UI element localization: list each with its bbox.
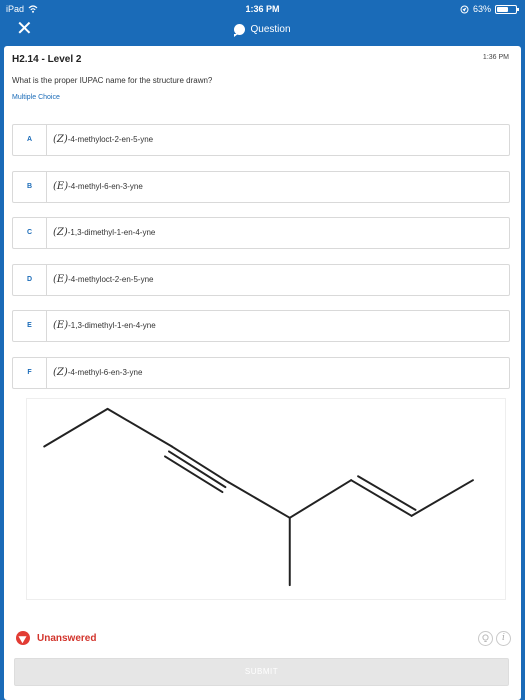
question-text: What is the proper IUPAC name for the st… — [12, 76, 213, 85]
choice-letter: F — [13, 357, 47, 388]
choice-d[interactable]: D (E)-4-methyloct-2-en-5-yne — [12, 263, 510, 296]
stereo-descriptor: (Z) — [53, 227, 68, 238]
stereo-descriptor: (E) — [53, 180, 69, 192]
choice-c[interactable]: C (Z)-1,3-dimethyl-1-en-4-yne — [12, 217, 510, 249]
stereo-descriptor: (Z) — [53, 134, 68, 145]
battery-percent: 63% — [472, 4, 491, 14]
choice-letter: D — [13, 264, 47, 295]
battery-icon — [495, 4, 519, 14]
choice-text: (Z)-4-methyloct-2-en-5-yne — [53, 125, 153, 155]
location-icon — [460, 5, 469, 13]
choice-letter: A — [13, 125, 47, 155]
choice-a[interactable]: A (Z)-4-methyloct-2-en-5-yne — [12, 124, 510, 156]
submit-button[interactable]: SUBMIT — [14, 658, 509, 686]
compound-name: -4-methyloct-2-en-5-yne — [67, 135, 154, 144]
choice-letter: E — [13, 311, 47, 341]
answer-status: Unanswered — [16, 631, 96, 645]
question-title: H2.14 - Level 2 — [12, 54, 82, 65]
compound-name: -4-methyl-6-en-3-yne — [67, 367, 143, 377]
status-label: Unanswered — [37, 632, 97, 644]
choice-b[interactable]: B (E)-4-methyl-6-en-3-yne — [12, 170, 510, 203]
stereo-descriptor: (E) — [53, 273, 69, 285]
nav-title-label: Question — [250, 24, 291, 35]
question-tools: i — [478, 631, 511, 646]
compound-name: -4-methyl-6-en-3-yne — [68, 181, 143, 191]
choice-e[interactable]: E (E)-1,3-dimethyl-1-en-4-yne — [12, 310, 510, 342]
info-icon[interactable]: i — [496, 631, 511, 646]
chat-bubble-icon — [234, 24, 246, 37]
nav-bar: ✕ Question — [0, 18, 525, 44]
stereo-descriptor: (E) — [53, 320, 69, 331]
question-type: Multiple Choice — [12, 94, 60, 101]
flag-icon — [16, 631, 30, 645]
choice-text: (E)-4-methyloct-2-en-5-yne — [53, 265, 153, 295]
question-card: H2.14 - Level 2 1:36 PM What is the prop… — [4, 46, 521, 700]
compound-name: -4-methyloct-2-en-5-yne — [68, 274, 154, 284]
battery-group: 63% — [460, 4, 519, 14]
lightbulb-icon[interactable] — [478, 631, 493, 646]
compound-name: -1,3-dimethyl-1-en-4-yne — [67, 228, 156, 237]
choice-text: (E)-4-methyl-6-en-3-yne — [53, 172, 143, 202]
nav-title: Question — [0, 24, 525, 37]
choice-text: (Z)-1,3-dimethyl-1-en-4-yne — [53, 218, 155, 248]
choice-text: (E)-1,3-dimethyl-1-en-4-yne — [53, 311, 156, 341]
question-header: H2.14 - Level 2 1:36 PM — [12, 54, 513, 65]
stereo-descriptor: (Z) — [53, 366, 68, 378]
choice-text: (Z)-4-methyl-6-en-3-yne — [53, 358, 142, 388]
status-bar: iPad 1:36 PM 63% — [0, 0, 525, 18]
molecule-structure — [26, 398, 506, 600]
compound-name: -1,3-dimethyl-1-en-4-yne — [68, 321, 156, 330]
choice-list: A (Z)-4-methyloct-2-en-5-yne B (E)-4-methyl… — [12, 124, 510, 403]
status-time: 1:36 PM — [245, 4, 280, 14]
choice-f[interactable]: F (Z)-4-methyl-6-en-3-yne — [12, 356, 510, 389]
question-time: 1:36 PM — [482, 54, 509, 61]
choice-letter: B — [13, 171, 47, 202]
choice-letter: C — [13, 218, 47, 248]
skeletal-bonds — [43, 407, 474, 587]
